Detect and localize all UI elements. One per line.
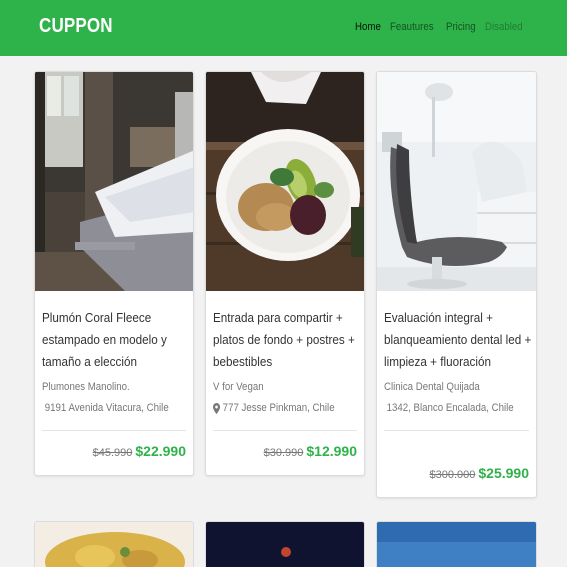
deal-card[interactable]: Evaluación integral + blanqueamiento den… [376,71,537,498]
deal-merchant: V for Vegan [213,381,264,393]
deal-old-price: $300.000 [429,469,476,481]
deal-prices: $30.990 $12.990 [264,443,357,459]
deal-title[interactable]: Plumón Coral Fleece estampado en modelo … [42,307,193,373]
deal-title[interactable]: Entrada para compartir + platos de fondo… [213,307,364,373]
deal-title[interactable]: Evaluación integral + blanqueamiento den… [384,307,536,373]
deal-card[interactable]: Entrada para compartir + platos de fondo… [205,71,365,476]
nav-pricing-link[interactable]: Pricing [446,21,476,33]
deal-body: Evaluación integral + blanqueamiento den… [384,291,531,481]
deal-card-partial[interactable] [376,521,537,567]
divider [42,430,186,431]
deal-prices: $45.990 $22.990 [93,443,186,459]
deal-card-partial[interactable] [34,521,194,567]
deal-address: 777 Jesse Pinkman, Chile [213,402,340,414]
navbar: CUPPON Home Feautures Pricing Disabled [0,0,567,56]
deal-old-price: $30.990 [263,447,304,459]
deal-price: $12.990 [306,443,357,459]
deal-body: Entrada para compartir + platos de fondo… [213,291,357,459]
deal-price: $25.990 [478,465,529,481]
deal-old-price: $45.990 [92,447,133,459]
deal-image-pasta [35,522,193,567]
deal-price: $22.990 [135,443,186,459]
nav-features-link[interactable]: Feautures [390,21,434,33]
deal-address: 9191 Avenida Vitacura, Chile [42,402,169,414]
deal-image-sky [377,522,536,567]
deal-image-bedroom[interactable] [35,72,193,291]
deal-address-text: 1342, Blanco Encalada, Chile [386,402,514,414]
divider [213,430,357,431]
deal-address-text: 9191 Avenida Vitacura, Chile [44,402,169,414]
deal-card[interactable]: Plumón Coral Fleece estampado en modelo … [34,71,194,476]
nav-home-link[interactable]: Home [355,21,381,33]
deal-card-partial[interactable] [205,521,365,567]
deal-image-salad[interactable] [206,72,364,291]
map-pin-icon [213,402,221,414]
divider [384,430,529,431]
deal-address-text: 777 Jesse Pinkman, Chile [222,402,335,414]
nav-disabled-link: Disabled [485,21,523,33]
deal-merchant: Plumones Manolino. [42,381,130,393]
nav-links: Home Feautures Pricing Disabled [355,21,528,33]
deal-body: Plumón Coral Fleece estampado en modelo … [42,291,186,459]
deal-image-dental[interactable] [377,72,536,291]
deal-address: 1342, Blanco Encalada, Chile [384,402,514,414]
brand-logo[interactable]: CUPPON [39,15,113,38]
deal-merchant: Clinica Dental Quijada [384,381,480,393]
deal-prices: $300.000 $25.990 [430,465,530,481]
deal-image-night [206,522,364,567]
